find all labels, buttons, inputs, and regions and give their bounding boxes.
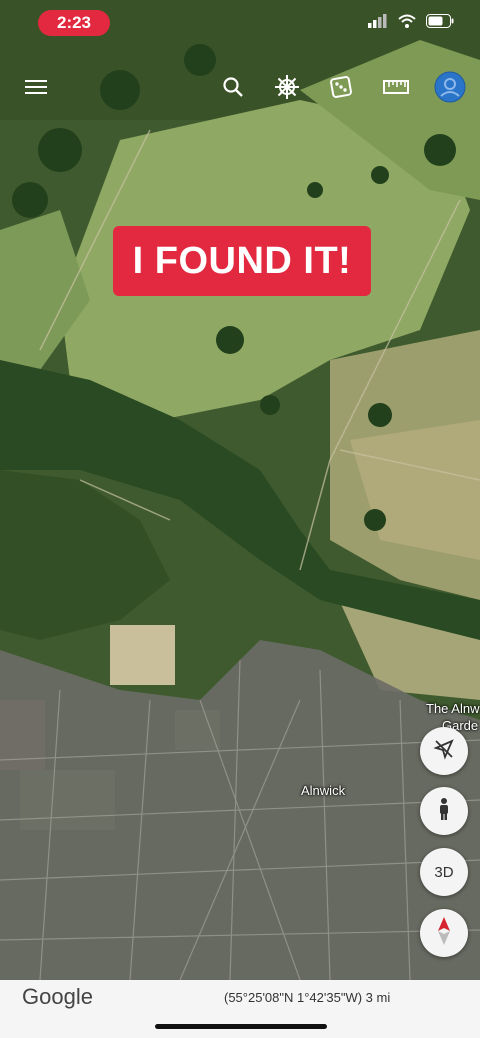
feeling-lucky-button[interactable] <box>326 74 356 104</box>
menu-button[interactable] <box>21 74 51 104</box>
coordinates-readout: (55°25'08"N 1°42'35"W) 3 mi <box>224 990 391 1005</box>
satellite-map[interactable] <box>0 0 480 980</box>
street-view-button[interactable] <box>420 787 468 835</box>
location-off-icon <box>433 738 455 765</box>
compass-north-icon <box>435 916 453 951</box>
bottom-bar: Google (55°25'08"N 1°42'35"W) 3 mi <box>0 980 480 1038</box>
ruler-icon <box>383 79 409 100</box>
status-time: 2:23 <box>38 10 110 36</box>
location-button[interactable] <box>420 727 468 775</box>
compass-button[interactable] <box>420 909 468 957</box>
3d-toggle-button[interactable]: 3D <box>420 848 468 896</box>
search-icon <box>222 76 244 103</box>
status-icons <box>368 14 454 33</box>
home-indicator[interactable] <box>155 1024 327 1029</box>
town-label[interactable]: Alnwick <box>301 783 345 798</box>
voyager-button[interactable] <box>272 74 302 104</box>
account-button[interactable] <box>433 71 467 108</box>
google-logo: Google <box>22 984 93 1009</box>
signal-icon <box>368 14 388 33</box>
ship-wheel-icon <box>274 74 300 105</box>
poi-label-line1[interactable]: The Alnw <box>426 701 479 716</box>
dice-icon <box>330 75 352 103</box>
street-view-person-icon <box>436 797 452 826</box>
wifi-icon <box>398 14 416 33</box>
found-it-banner: I FOUND IT! <box>113 226 371 296</box>
account-avatar-icon <box>434 71 466 108</box>
hamburger-menu-icon <box>25 79 47 100</box>
battery-icon <box>426 14 454 33</box>
search-button[interactable] <box>218 74 248 104</box>
measure-button[interactable] <box>381 74 411 104</box>
